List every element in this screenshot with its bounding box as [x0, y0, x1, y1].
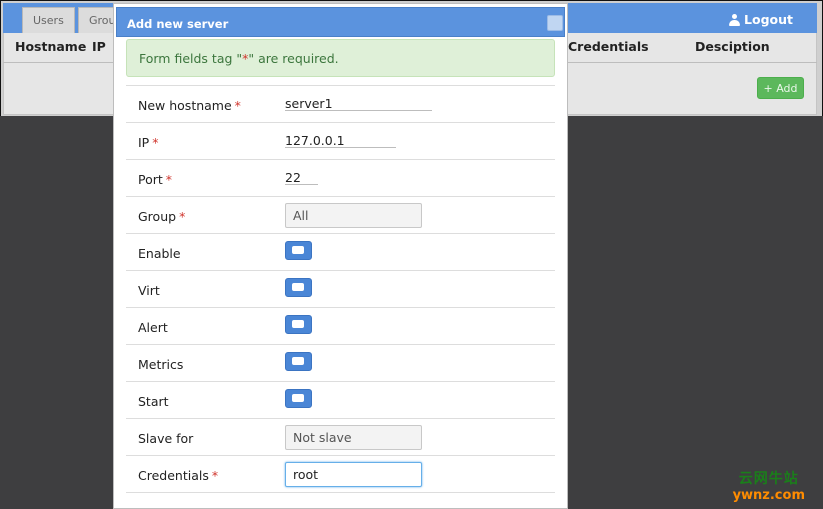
- credentials-label: Credentials *: [138, 468, 219, 483]
- form-row-virt: Virt: [126, 270, 555, 307]
- form-row-enable: Enable: [126, 233, 555, 270]
- watermark-logo: 云网牛站 ywnz.com: [733, 468, 805, 503]
- group-select[interactable]: All: [285, 203, 422, 228]
- add-server-button[interactable]: + Add: [757, 77, 804, 99]
- column-header-description[interactable]: Desciption: [695, 39, 770, 54]
- form-row-credentials: Credentials * root: [126, 455, 555, 492]
- slave-for-label: Slave for: [138, 431, 194, 446]
- start-toggle[interactable]: [285, 389, 312, 408]
- enable-label: Enable: [138, 246, 181, 261]
- add-server-dialog: Add new server Form fields tag "*" are r…: [113, 3, 568, 509]
- required-mark: *: [152, 135, 159, 150]
- logout-label: Logout: [744, 12, 793, 27]
- close-icon[interactable]: [547, 15, 563, 31]
- dialog-title: Add new server: [127, 17, 229, 31]
- form-row-alert: Alert: [126, 307, 555, 344]
- slave-for-select[interactable]: Not slave: [285, 425, 422, 450]
- alert-toggle[interactable]: [285, 315, 312, 334]
- column-header-credentials[interactable]: Credentials: [568, 39, 649, 54]
- port-input[interactable]: [285, 170, 318, 185]
- virt-label: Virt: [138, 283, 160, 298]
- user-icon: [729, 13, 741, 26]
- metrics-label: Metrics: [138, 357, 184, 372]
- tab-groups[interactable]: Groups: [78, 7, 118, 33]
- notice-text-before: Form fields tag ": [139, 51, 243, 66]
- form-row-port: Port *: [126, 159, 555, 196]
- logout-button[interactable]: Logout: [729, 12, 793, 27]
- metrics-toggle[interactable]: [285, 352, 312, 371]
- ip-label: IP *: [138, 135, 159, 150]
- required-mark: *: [211, 468, 219, 483]
- required-mark: *: [165, 172, 173, 187]
- notice-text-after: " are required.: [248, 51, 339, 66]
- watermark-cn: 云网牛站: [738, 471, 799, 487]
- port-label: Port *: [138, 172, 173, 187]
- form-row-slave-for: Slave for Not slave: [126, 418, 555, 455]
- column-header-hostname[interactable]: Hostname: [15, 39, 86, 54]
- start-label: Start: [138, 394, 169, 409]
- required-fields-notice: Form fields tag "*" are required.: [126, 39, 555, 77]
- tab-users[interactable]: Users: [22, 7, 75, 33]
- ip-input[interactable]: [285, 133, 396, 148]
- group-label: Group *: [138, 209, 186, 224]
- required-mark: *: [234, 98, 241, 113]
- form-row-group: Group * All: [126, 196, 555, 233]
- hostname-label: New hostname *: [138, 98, 241, 113]
- form-row-start: Start: [126, 381, 555, 418]
- form-row-divider: [126, 492, 555, 508]
- form-row-metrics: Metrics: [126, 344, 555, 381]
- credentials-select[interactable]: root: [285, 462, 422, 487]
- column-header-ip[interactable]: IP: [92, 39, 106, 54]
- enable-toggle[interactable]: [285, 241, 312, 260]
- dialog-title-bar[interactable]: Add new server: [116, 7, 565, 37]
- form-row-hostname: New hostname *: [126, 85, 555, 122]
- required-mark: *: [179, 209, 186, 224]
- virt-toggle[interactable]: [285, 278, 312, 297]
- hostname-input[interactable]: [285, 96, 432, 111]
- alert-label: Alert: [138, 320, 168, 335]
- watermark-en: ywnz.com: [732, 488, 805, 503]
- form-row-ip: IP *: [126, 122, 555, 159]
